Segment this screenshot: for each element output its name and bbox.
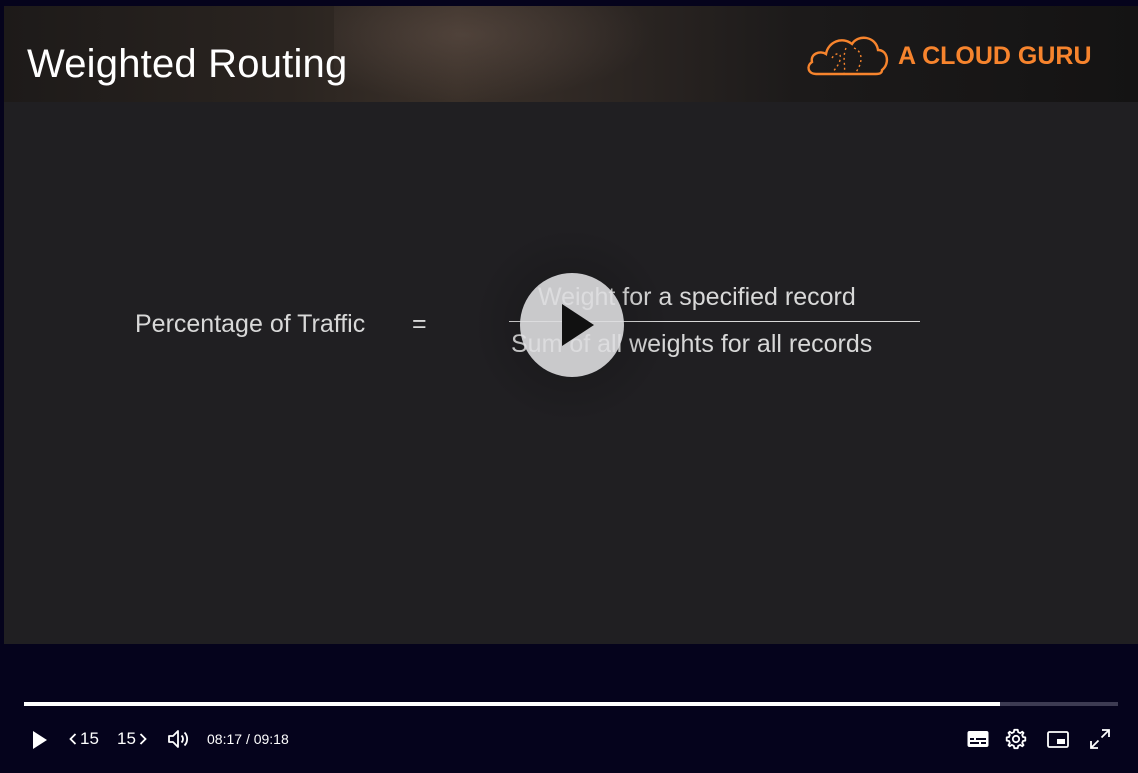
chevron-right-icon (139, 733, 147, 745)
forward-15-button[interactable]: 15 (114, 726, 150, 752)
rewind-label: 15 (80, 729, 99, 748)
video-frame[interactable]: Weighted Routing A CLOUD GURU Percentage… (4, 6, 1138, 644)
gear-icon (1005, 728, 1027, 750)
captions-icon (967, 731, 989, 747)
big-play-button[interactable] (520, 273, 624, 377)
play-icon (562, 304, 594, 346)
volume-button[interactable] (164, 726, 192, 752)
cloud-logo-icon (807, 36, 889, 76)
time-separator: / (245, 731, 250, 747)
fullscreen-icon (1090, 729, 1110, 749)
forward-label: 15 (117, 729, 136, 748)
play-icon (33, 731, 47, 749)
a-cloud-guru-logo: A CLOUD GURU (806, 30, 1116, 80)
picture-in-picture-button[interactable] (1044, 726, 1072, 752)
progress-bar-fill (24, 702, 1000, 706)
duration: 09:18 (253, 731, 289, 747)
formula-equals-sign: = (412, 310, 427, 338)
captions-button[interactable] (964, 726, 992, 752)
volume-icon (168, 730, 189, 748)
formula-left-side: Percentage of Traffic (135, 310, 366, 338)
slide-header: Weighted Routing A CLOUD GURU (4, 6, 1138, 102)
play-button[interactable] (26, 726, 54, 754)
progress-bar[interactable] (24, 702, 1118, 706)
slide-title: Weighted Routing (27, 42, 348, 86)
logo-text: A CLOUD GURU (898, 42, 1092, 70)
settings-button[interactable] (1002, 726, 1030, 752)
chevron-left-icon (69, 733, 77, 745)
rewind-15-button[interactable]: 15 (66, 726, 102, 752)
fullscreen-button[interactable] (1086, 726, 1114, 752)
presenter-video-overlay (334, 6, 654, 102)
current-time: 08:17 (207, 731, 243, 747)
time-readout: 08:17 / 09:18 (207, 731, 289, 747)
picture-in-picture-icon (1047, 731, 1069, 748)
